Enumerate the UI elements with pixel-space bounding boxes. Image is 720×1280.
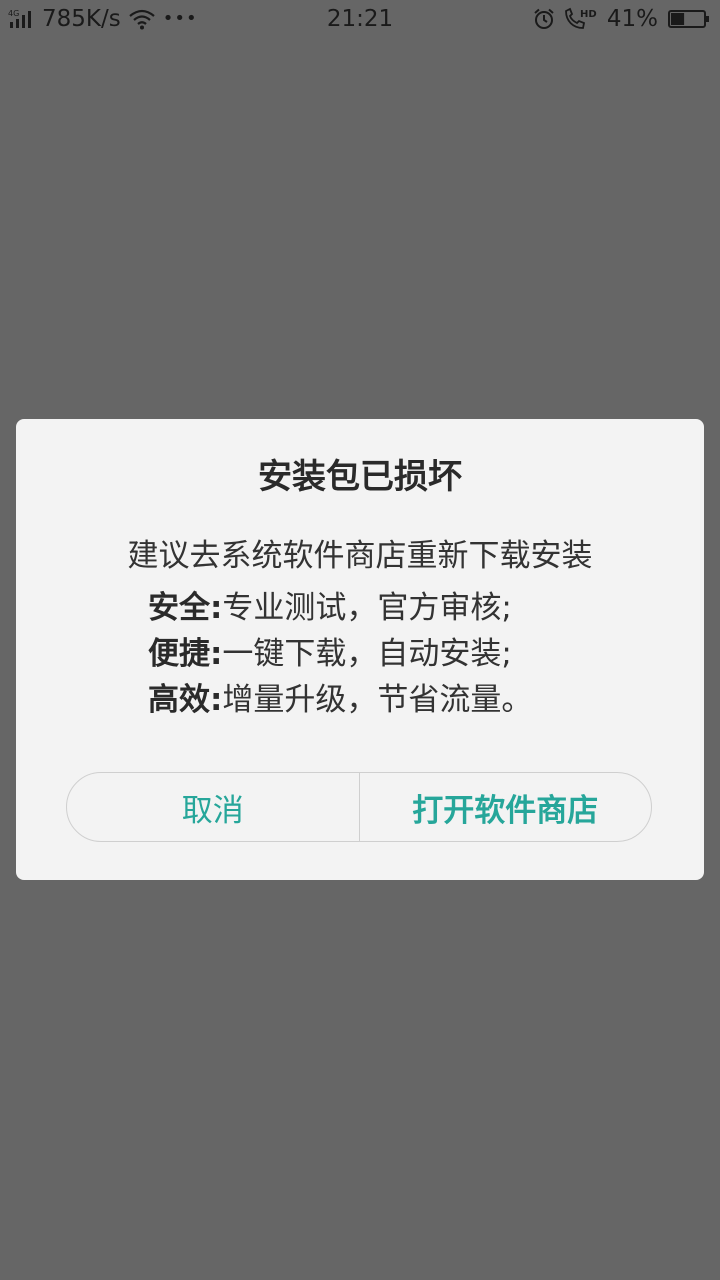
feature-text: 一键下载，自动安装; xyxy=(222,636,512,672)
feature-line-convenience: 便捷:一键下载，自动安装; xyxy=(148,631,512,677)
hd-label: HD xyxy=(580,9,597,20)
feature-key: 便捷: xyxy=(148,636,223,672)
status-bar: 4G 785K/s ••• 21:21 HD 41% xyxy=(0,0,720,38)
feature-line-safety: 安全:专业测试，官方审核; xyxy=(148,585,512,631)
cancel-button[interactable]: 取消 xyxy=(67,773,359,841)
battery-icon xyxy=(668,8,710,30)
battery-percent: 41% xyxy=(606,6,658,32)
alarm-icon xyxy=(533,8,555,30)
feature-key: 高效: xyxy=(148,682,223,718)
hd-call-icon: HD xyxy=(563,7,597,31)
install-error-dialog: 安装包已损坏 建议去系统软件商店重新下载安装 安全:专业测试，官方审核; 便捷:… xyxy=(16,419,704,880)
dialog-subtitle: 建议去系统软件商店重新下载安装 xyxy=(127,538,593,574)
feature-text: 增量升级，节省流量。 xyxy=(222,682,533,718)
feature-key: 安全: xyxy=(148,590,223,626)
feature-text: 专业测试，官方审核; xyxy=(222,590,512,626)
status-bar-right: HD 41% xyxy=(533,4,710,34)
dialog-title: 安装包已损坏 xyxy=(258,457,462,497)
feature-line-efficiency: 高效:增量升级，节省流量。 xyxy=(148,677,532,723)
open-store-button[interactable]: 打开软件商店 xyxy=(360,773,652,841)
dialog-button-row: 取消 打开软件商店 xyxy=(66,772,652,842)
